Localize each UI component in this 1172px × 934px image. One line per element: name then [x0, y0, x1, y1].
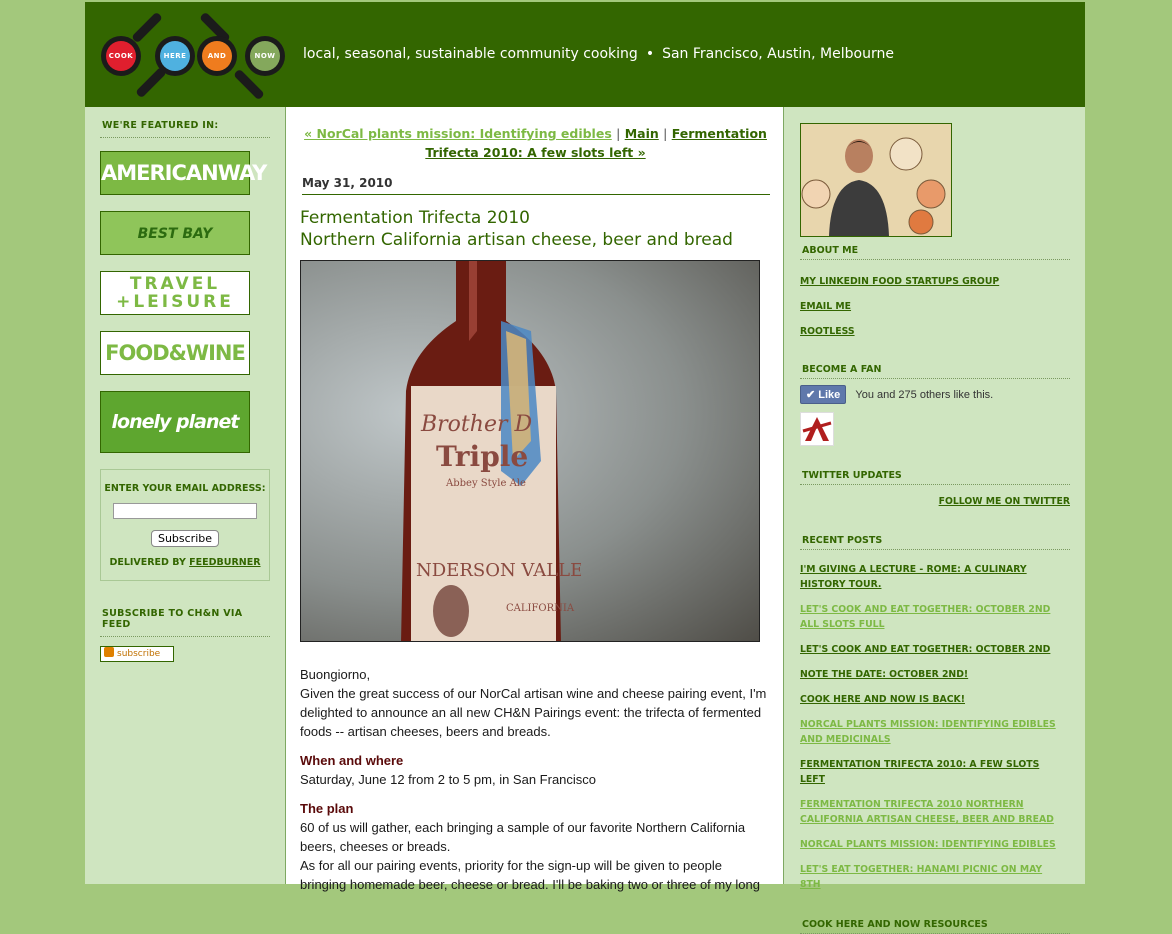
priority-text: As for all our pairing events, priority …: [300, 858, 760, 892]
email-label: Enter your email address:: [104, 483, 266, 494]
plan-text: 60 of us will gather, each bringing a sa…: [300, 820, 746, 854]
author-avatar[interactable]: [800, 123, 952, 237]
main-link[interactable]: Main: [625, 126, 659, 141]
recent-post-link[interactable]: Let's Cook and Eat Together: October 2nd: [800, 642, 1060, 657]
featured-bestbay-logo[interactable]: BEST BAY: [100, 211, 250, 255]
logo-word: NOW: [250, 41, 280, 71]
email-input[interactable]: [113, 503, 257, 519]
featured-travel-leisure-logo[interactable]: TRAVEL +LEISURE: [100, 271, 250, 315]
svg-text:NDERSON VALLEY: NDERSON VALLEY: [416, 560, 581, 581]
left-sidebar: We're featured in: AMERICANWAY BEST BAY …: [100, 120, 270, 662]
pan-rim: NOW: [245, 36, 285, 76]
tagline-locations: San Francisco, Austin, Melbourne: [662, 46, 894, 62]
delivered-by-label: Delivered by: [109, 556, 186, 568]
post-date: May 31, 2010: [302, 176, 770, 195]
site-header: COOK HERE AND NOW local, seasonal, susta…: [85, 0, 1085, 107]
fan-heading: Become a Fan: [800, 364, 1070, 379]
plan-heading: The plan: [300, 801, 354, 816]
recent-post-link[interactable]: Cook Here and Now is back!: [800, 692, 1060, 707]
post-navigation: « NorCal plants mission: Identifying edi…: [286, 124, 785, 162]
fan-avatar-icon: [802, 417, 832, 441]
recent-post-link[interactable]: Fermentation Trifecta 2010: A few slots …: [800, 757, 1060, 787]
follow-twitter-link[interactable]: follow me on Twitter: [939, 496, 1070, 507]
about-heading: About Me: [800, 245, 1070, 260]
recent-post-link[interactable]: Let's eat together: Hanami picnic on May…: [800, 862, 1060, 892]
bottle-illustration: Brother D Triple Abbey Style Ale NDERSON…: [401, 261, 581, 641]
svg-text:Brother D: Brother D: [420, 412, 532, 437]
logo-word: AND: [202, 41, 232, 71]
right-sidebar: About Me My LinkedIn Food Startups Group…: [800, 123, 1070, 934]
about-links: My LinkedIn Food Startups Group Email me…: [800, 274, 1070, 339]
featured-foodwine-logo[interactable]: FOOD&WINE: [100, 331, 250, 375]
nav-separator: |: [616, 126, 621, 141]
email-me-link[interactable]: Email me: [800, 299, 1070, 314]
logo-pan-now[interactable]: NOW: [233, 18, 295, 101]
prev-post-link[interactable]: « NorCal plants mission: Identifying edi…: [304, 126, 612, 141]
feed-heading: Subscribe to CH&N via feed: [100, 608, 270, 637]
rss-icon: [104, 647, 114, 657]
post-title-line2: Northern California artisan cheese, beer…: [300, 230, 733, 250]
pan-rim: COOK: [101, 36, 141, 76]
tagline-separator: •: [645, 46, 655, 62]
post-greeting: Buongiorno,: [300, 667, 371, 682]
post-body: Buongiorno, Given the great success of o…: [300, 665, 770, 894]
post-title[interactable]: Fermentation Trifecta 2010 Northern Cali…: [300, 207, 770, 251]
featured-americanway-logo[interactable]: AMERICANWAY: [100, 151, 267, 195]
delivered-by: Delivered by FeedBurner: [101, 557, 269, 568]
like-check-icon: ✔: [806, 389, 819, 401]
featured-heading: We're featured in:: [100, 120, 270, 138]
site-tagline: local, seasonal, sustainable community c…: [303, 46, 894, 62]
facebook-like-button[interactable]: ✔ Like: [800, 385, 847, 404]
twitter-follow-row: follow me on Twitter: [800, 489, 1070, 509]
recent-posts-heading: Recent Posts: [800, 535, 1070, 550]
featured-lonelyplanet-logo[interactable]: lonely planet: [100, 391, 250, 453]
recent-post-link[interactable]: NorCal plants mission: Identifying edibl…: [800, 837, 1060, 852]
recent-post-link[interactable]: Let's Cook and Eat Together: October 2nd…: [800, 602, 1060, 632]
twitter-heading: Twitter Updates: [800, 470, 1070, 485]
page: COOK HERE AND NOW local, seasonal, susta…: [85, 0, 1085, 934]
tagline-text: local, seasonal, sustainable community c…: [303, 46, 638, 62]
rss-subscribe-button[interactable]: subscribe: [100, 646, 174, 662]
resources-heading: Cook Here and Now Resources: [800, 919, 1070, 934]
pan-rim: AND: [197, 36, 237, 76]
recent-post-link[interactable]: I'm giving a lecture - Rome: A Culinary …: [800, 562, 1060, 592]
post-title-line1: Fermentation Trifecta 2010: [300, 208, 530, 228]
facebook-like-widget: ✔ Like You and 275 others like this.: [800, 383, 1070, 404]
svg-text:CALIFORNIA: CALIFORNIA: [506, 603, 575, 614]
rss-label: subscribe: [117, 649, 161, 659]
rootless-link[interactable]: Rootless: [800, 324, 1070, 339]
recent-posts-list: I'm giving a lecture - Rome: A Culinary …: [800, 562, 1060, 892]
like-label: Like: [818, 389, 841, 401]
email-subscribe-box: Enter your email address: Subscribe Deli…: [100, 469, 270, 581]
main-content: « NorCal plants mission: Identifying edi…: [285, 107, 785, 892]
recent-post-link[interactable]: Fermentation Trifecta 2010 Northern Cali…: [800, 797, 1060, 827]
beer-bottle-photo[interactable]: Brother D Triple Abbey Style Ale NDERSON…: [300, 260, 760, 642]
linkedin-group-link[interactable]: My LinkedIn Food Startups Group: [800, 274, 1070, 289]
like-count-text: You and 275 others like this.: [855, 389, 994, 401]
nav-separator: |: [663, 126, 668, 141]
recent-post-link[interactable]: Note the date: October 2nd!: [800, 667, 1060, 682]
svg-text:Triple: Triple: [436, 440, 528, 473]
svg-text:Abbey Style Ale: Abbey Style Ale: [445, 478, 526, 489]
recent-post-link[interactable]: NorCal plants mission: Identifying edibl…: [800, 717, 1060, 747]
feedburner-link[interactable]: FeedBurner: [189, 557, 260, 568]
when-heading: When and where: [300, 753, 404, 768]
fan-avatar[interactable]: [800, 412, 834, 446]
avatar-illustration: [801, 124, 951, 236]
post-intro: Given the great success of our NorCal ar…: [300, 686, 767, 739]
subscribe-button[interactable]: Subscribe: [150, 529, 220, 547]
when-text: Saturday, June 12 from 2 to 5 pm, in San…: [300, 772, 597, 787]
logo-word: COOK: [106, 41, 136, 71]
